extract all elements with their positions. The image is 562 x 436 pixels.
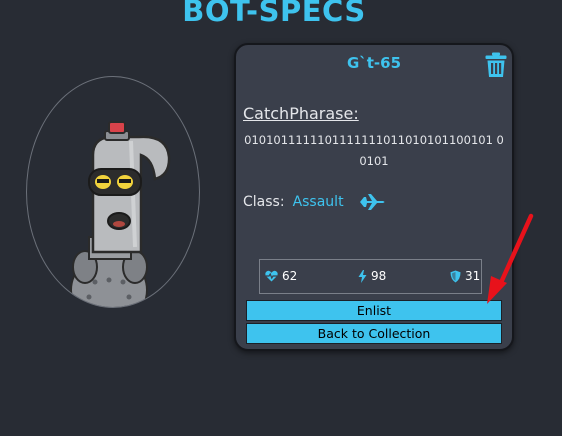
back-to-collection-button[interactable]: Back to Collection xyxy=(246,323,502,344)
fighter-jet-icon xyxy=(359,194,385,210)
stats-box: 62 98 31 xyxy=(259,259,482,294)
robot-avatar xyxy=(70,121,171,307)
bot-spec-card: G`t-65 CatchPharase: 0101011111101111111… xyxy=(234,43,514,351)
catchphrase-label: CatchPharase: xyxy=(243,104,359,123)
shield-icon xyxy=(450,270,461,282)
bot-name: G`t-65 xyxy=(346,54,402,72)
class-label: Class: xyxy=(243,194,285,210)
bolt-icon xyxy=(358,269,367,283)
class-value: Assault xyxy=(292,194,344,210)
page-title: BOT-SPECS xyxy=(182,0,366,28)
bot-avatar xyxy=(26,76,200,308)
catchphrase-value: 0101011111101111111011010101100101 00101 xyxy=(244,133,504,168)
health-value: 62 xyxy=(282,269,298,283)
trash-icon[interactable] xyxy=(485,52,507,78)
stat-health: 62 xyxy=(265,269,297,283)
stat-armor: 31 xyxy=(450,269,480,283)
heartbeat-icon xyxy=(265,270,278,282)
enlist-button[interactable]: Enlist xyxy=(246,300,502,321)
stat-damage: 98 xyxy=(358,269,386,283)
page: BOT-SPECS G`t-65 CatchPharase: 010101111… xyxy=(0,0,562,436)
damage-value: 98 xyxy=(371,269,387,283)
armor-value: 31 xyxy=(465,269,481,283)
class-row: Class: Assault xyxy=(243,193,386,211)
